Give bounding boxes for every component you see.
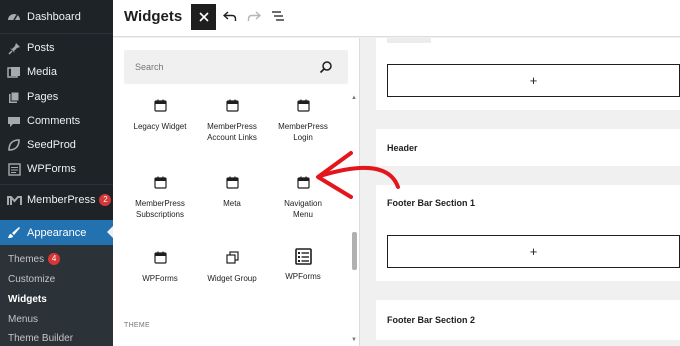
update-count-badge: 4 [48,253,61,265]
block-item-label: Widget Group [207,274,257,283]
sidebar-item-label: Dashboard [27,11,81,23]
widget-area-title: Footer Bar Section 1 [387,198,476,208]
wpforms-icon [6,161,22,177]
submenu-item-themes[interactable]: Themes 4 [8,250,61,268]
list-view-button[interactable] [269,8,287,26]
block-item-label: MemberPress Account Links [207,122,257,142]
sidebar-item-memberpress[interactable]: MemberPress 2 [0,188,113,212]
sidebar-item-dashboard[interactable]: Dashboard [0,5,113,29]
close-icon [198,9,209,25]
redo-button[interactable] [245,8,263,26]
block-category-heading: THEME [124,322,150,329]
undo-icon [222,9,237,25]
submenu-item-label: Customize [8,273,56,285]
sidebar-item-label: SeedProd [27,139,76,151]
calendar-icon [152,174,168,190]
sidebar-item-seedprod[interactable]: SeedProd [0,133,113,157]
block-item-label: Navigation Menu [284,199,322,219]
sidebar-item-media[interactable]: Media [0,60,113,84]
widget-area-title: Footer Bar Section 2 [387,315,476,325]
block-appender-button[interactable]: + [387,64,680,97]
block-item-navigation-menu[interactable]: Navigation Menu [265,174,341,220]
block-appender-button[interactable]: + [387,235,680,268]
block-item-label: MemberPress Login [278,122,328,142]
block-item-widget-group[interactable]: Widget Group [194,249,270,284]
dashboard-icon [6,9,22,25]
media-icon [6,64,22,80]
block-item-label: WPForms [142,274,178,283]
sidebar-item-label: Appearance [27,226,87,239]
sidebar-item-comments[interactable]: Comments [0,109,113,133]
block-item-label: WPForms [285,272,321,281]
block-search-field[interactable]: Search [124,50,348,84]
sidebar-item-pages[interactable]: Pages [0,85,113,109]
submenu-item-customize[interactable]: Customize [8,270,55,288]
block-item-memberpress-login[interactable]: MemberPress Login [265,97,341,143]
sidebar-item-label: MemberPress [27,194,96,206]
block-item-label: Legacy Widget [133,122,187,131]
calendar-icon [224,97,240,113]
sidebar-item-label: Pages [27,91,59,103]
menu-separator [0,33,113,34]
seedprod-icon [6,137,22,153]
comment-icon [6,113,22,129]
search-input[interactable]: Search [135,62,318,72]
scroll-down-arrow-icon[interactable]: ▼ [350,337,358,343]
inserter-scrollbar[interactable] [352,232,357,270]
calendar-icon [224,174,240,190]
sidebar-item-appearance[interactable]: Appearance [0,220,113,245]
update-count-badge: 2 [99,194,112,206]
widget-area-title: Header [387,143,418,153]
widget-area-footer-bar-section-2[interactable]: Footer Bar Section 2 [376,300,680,340]
sidebar-item-label: Comments [27,115,81,127]
paintbrush-icon [6,225,22,241]
submenu-item-widgets[interactable]: Widgets [8,290,47,308]
editor-header: Widgets [113,0,680,37]
submenu-item-label: Menus [8,313,39,325]
sidebar-item-label: Media [27,66,57,78]
widget-group-icon [224,249,240,265]
appearance-submenu: Themes 4 Customize Widgets Menus Theme B… [0,245,113,346]
block-item-meta[interactable]: Meta [194,174,270,209]
calendar-icon [152,249,168,265]
pages-icon [6,89,22,105]
plus-icon: + [529,73,538,88]
undo-button[interactable] [221,8,239,26]
submenu-item-menus[interactable]: Menus [8,310,38,328]
close-inserter-button[interactable] [191,4,216,30]
calendar-icon [152,97,168,113]
sidebar-item-label: Posts [27,42,55,54]
submenu-item-theme-builder[interactable]: Theme Builder [8,329,73,346]
block-item-label: Meta [223,199,241,208]
block-item-wpforms[interactable]: WPForms [122,249,198,284]
submenu-item-label: Widgets [8,293,47,305]
redo-icon [247,9,262,25]
admin-sidebar: Dashboard Posts Media Pages Comments See… [0,0,113,346]
block-item-label: MemberPress Subscriptions [135,199,185,219]
plus-icon: + [529,244,538,259]
scroll-up-arrow-icon[interactable]: ▲ [350,95,358,101]
sidebar-item-label: WPForms [27,163,76,175]
widget-area-header[interactable]: Header [376,129,680,166]
sidebar-item-posts[interactable]: Posts [0,36,113,60]
memberpress-icon [6,192,22,208]
calendar-icon [295,97,311,113]
wpforms-form-icon [294,247,312,265]
pushpin-icon [6,40,22,56]
calendar-icon [295,174,311,190]
list-view-icon [271,9,285,25]
page-title: Widgets [124,8,183,25]
submenu-item-label: Theme Builder [8,332,74,344]
menu-separator [0,184,113,185]
collapsed-block-placeholder [387,38,431,43]
search-icon [318,59,334,75]
block-item-memberpress-subscriptions[interactable]: MemberPress Subscriptions [122,174,198,220]
block-item-wpforms-form[interactable]: WPForms [265,247,341,282]
block-item-memberpress-account-links[interactable]: MemberPress Account Links [194,97,270,143]
submenu-item-label: Themes [8,253,45,265]
block-item-legacy-widget[interactable]: Legacy Widget [122,97,198,132]
sidebar-item-wpforms[interactable]: WPForms [0,157,113,181]
